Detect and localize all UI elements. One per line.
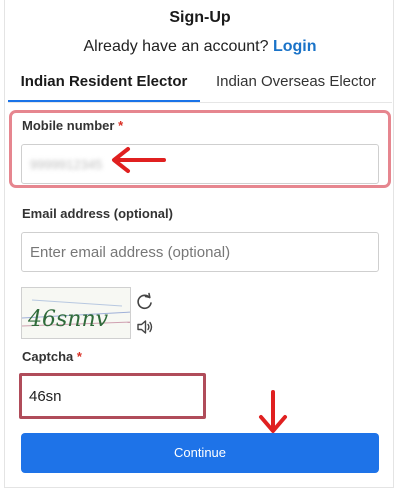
email-label: Email address (optional) [22, 206, 173, 221]
page-title: Sign-Up [169, 9, 231, 26]
login-link[interactable]: Login [273, 38, 317, 55]
captcha-input[interactable]: 46sn [19, 373, 206, 419]
red-arrow-left-icon [112, 147, 166, 173]
continue-button[interactable]: Continue [21, 433, 379, 473]
captcha-image-text: 46snnv [27, 307, 109, 332]
audio-icon[interactable] [136, 318, 154, 336]
account-prompt-text: Already have an account? [83, 38, 269, 55]
mobile-number-label-text: Mobile number [22, 118, 115, 133]
signup-page: Sign-Up Already have an account? Login I… [0, 0, 400, 490]
captcha-image: 46snnv [21, 287, 131, 339]
captcha-required-mark: * [76, 349, 82, 364]
mobile-required-mark: * [118, 118, 124, 133]
email-placeholder: Enter email address (optional) [30, 243, 231, 261]
captcha-image-art: 46snnv [22, 299, 130, 332]
tab-indian-resident-elector[interactable]: Indian Resident Elector [8, 68, 200, 102]
captcha-label: Captcha * [22, 349, 82, 364]
mobile-number-value: 9999912345 [30, 156, 103, 172]
mobile-number-input[interactable]: 9999912345 [21, 144, 379, 184]
captcha-input-value: 46sn [29, 387, 62, 405]
email-input[interactable]: Enter email address (optional) [21, 232, 379, 272]
red-arrow-down-icon [259, 390, 287, 433]
captcha-label-text: Captcha [22, 349, 74, 364]
tab-indian-overseas-elector[interactable]: Indian Overseas Elector [200, 68, 392, 100]
refresh-icon[interactable] [135, 292, 155, 312]
mobile-number-label: Mobile number * [22, 118, 123, 133]
account-prompt-line: Already have an account? Login [0, 38, 400, 56]
elector-type-tabs: Indian Resident Elector Indian Overseas … [8, 68, 392, 103]
